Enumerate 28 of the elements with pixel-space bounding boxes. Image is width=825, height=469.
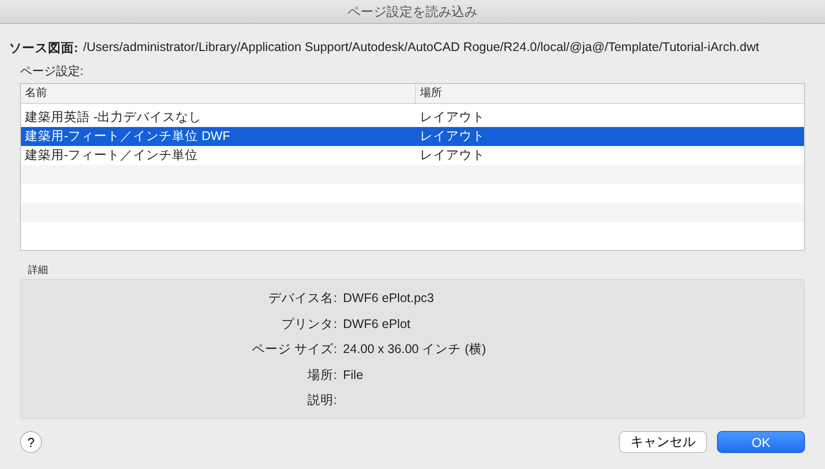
table-cell-text: 建築用-フィート／インチ単位 — [24, 147, 200, 164]
table-row[interactable]: 建築用英語 -出力デバイスなし レイアウト — [21, 108, 804, 127]
detail-value: File — [343, 366, 364, 384]
window-title: ページ設定を読み込み — [0, 0, 825, 24]
cancel-button[interactable]: キャンセル — [619, 431, 707, 453]
table-cell-text: レイアウト — [420, 147, 485, 164]
table-cell-text: レイアウト — [420, 128, 485, 145]
ok-button[interactable]: OK — [717, 431, 805, 453]
table-cell-text: 建築用英語 -出力デバイスなし — [24, 109, 203, 126]
detail-label: 場所: — [306, 366, 338, 384]
detail-value: DWF6 ePlot.pc3 — [343, 290, 434, 307]
table-cell-text: レイアウト — [420, 109, 485, 126]
table-cell-text: 建築用-フィート／インチ単位 DWF — [24, 128, 232, 145]
detail-value: DWF6 ePlot — [343, 316, 410, 332]
detail-label: プリンタ: — [280, 316, 338, 332]
details-label: 詳細 — [27, 264, 49, 277]
table-row[interactable]: 建築用-フィート／インチ単位 レイアウト — [21, 146, 804, 165]
page-setup-label: ページ設定: — [20, 63, 84, 80]
detail-label: デバイス名: — [268, 290, 338, 307]
table-row[interactable]: 建築用-フィート／インチ単位 DWF レイアウト — [21, 127, 804, 146]
column-header[interactable]: 名前 — [21, 84, 416, 103]
help-button[interactable]: ? — [20, 431, 42, 453]
source-path: /Users/administrator/Library/Application Support/Autodesk/AutoCAD Rogue/R24.0/local/@ja@/Template/Tutorial-iArch.dwt — [83, 40, 760, 56]
column-header[interactable]: 場所 — [416, 84, 442, 103]
detail-label: ページ サイズ: — [251, 341, 338, 358]
source-label: ソース図面: — [9, 40, 78, 57]
detail-value: 24.00 x 36.00 インチ (横) — [343, 341, 486, 358]
detail-label: 説明: — [306, 392, 338, 409]
